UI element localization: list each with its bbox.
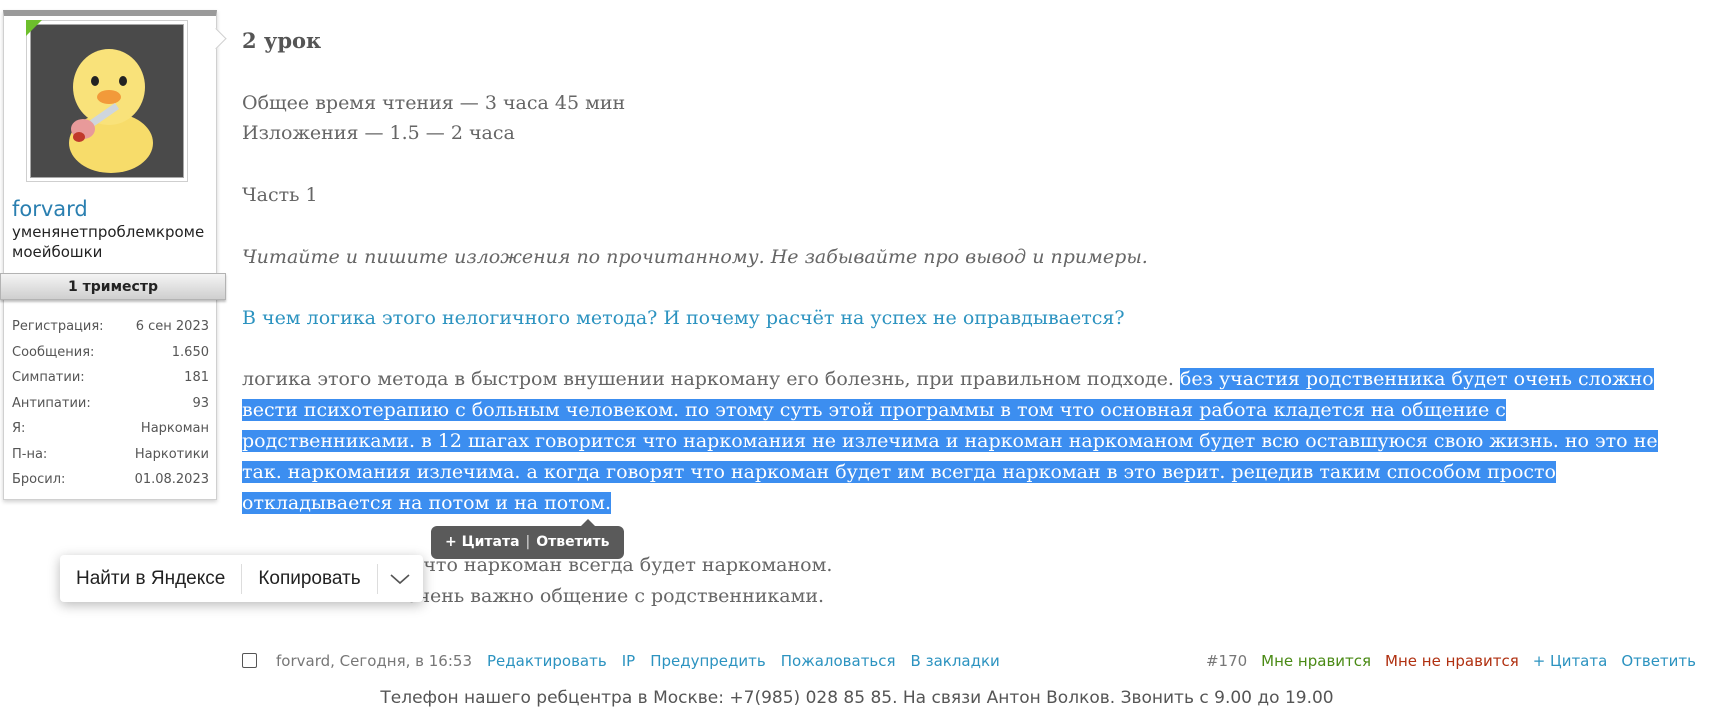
post-title: 2 урок (242, 28, 322, 53)
question-text: В чем логика этого нелогичного метода? И… (242, 307, 1125, 329)
quote-button[interactable]: + Цитата (445, 526, 520, 559)
post-number[interactable]: #170 (1206, 652, 1247, 670)
duck-avatar-icon (31, 25, 183, 177)
copy-button[interactable]: Копировать (242, 555, 376, 602)
stat-row: Сообщения: 1.650 (12, 344, 209, 360)
select-post-checkbox[interactable] (242, 653, 257, 668)
stat-row: Антипатии: 93 (12, 395, 209, 411)
report-link[interactable]: Пожаловаться (781, 652, 896, 670)
stat-row: Симпатии: 181 (12, 370, 209, 385)
username-link[interactable]: forvard (12, 197, 88, 221)
answer-plain: логика этого метода в быстром внушении н… (242, 368, 1180, 390)
instruction-text: Читайте и пишите изложения по прочитанно… (242, 246, 1148, 268)
bookmark-link[interactable]: В закладки (911, 652, 1000, 670)
post-author-date[interactable]: forvard, Сегодня, в 16:53 (276, 652, 472, 670)
post-meta: forvard, Сегодня, в 16:53 Редактировать … (276, 652, 1000, 670)
answer-paragraph: логика этого метода в быстром внушении н… (242, 364, 1682, 519)
stat-row: Я: Наркоман (12, 421, 209, 436)
popup-separator: | (525, 534, 531, 550)
ip-link[interactable]: IP (622, 652, 635, 670)
post-actions: #170 Мне нравится Мне не нравится + Цита… (1206, 652, 1696, 670)
stat-row: Регистрация: 6 сен 2023 (12, 319, 209, 334)
online-indicator (26, 20, 42, 36)
quote-link[interactable]: + Цитата (1533, 652, 1608, 670)
part-label: Часть 1 (242, 184, 318, 206)
dislike-button[interactable]: Мне не нравится (1385, 652, 1519, 670)
more-options-button[interactable] (378, 555, 422, 602)
user-rank-badge: 1 триместр (0, 273, 226, 300)
selection-toolbar: Найти в Яндексе Копировать (60, 555, 423, 602)
reply-link[interactable]: Ответить (1621, 652, 1696, 670)
reading-time: Общее время чтения — 3 часа 45 мин (242, 92, 626, 114)
essay-time: Изложения — 1.5 — 2 часа (242, 122, 515, 144)
stat-row: П-на: Наркотики (12, 446, 209, 462)
warn-link[interactable]: Предупредить (650, 652, 766, 670)
quote-popup: + Цитата | Ответить (431, 519, 624, 559)
stat-row: Бросил: 01.08.2023 (12, 472, 209, 487)
like-button[interactable]: Мне нравится (1261, 652, 1371, 670)
avatar[interactable] (30, 24, 184, 178)
reply-button[interactable]: Ответить (536, 526, 609, 559)
conclusion-line-2: очень важно общение с родственниками. (406, 585, 825, 607)
user-stats: Регистрация: 6 сен 2023 Сообщения: 1.650 С… (12, 314, 209, 493)
search-yandex-button[interactable]: Найти в Яндексе (60, 555, 241, 602)
post-footer: forvard, Сегодня, в 16:53 Редактировать … (242, 652, 1702, 674)
chevron-down-icon (390, 573, 410, 584)
edit-link[interactable]: Редактировать (487, 652, 607, 670)
signature-text: Телефон нашего ребцентра в Москве: +7(98… (380, 688, 1334, 708)
user-status: уменянетпроблемкроме моейбошки (12, 223, 205, 261)
